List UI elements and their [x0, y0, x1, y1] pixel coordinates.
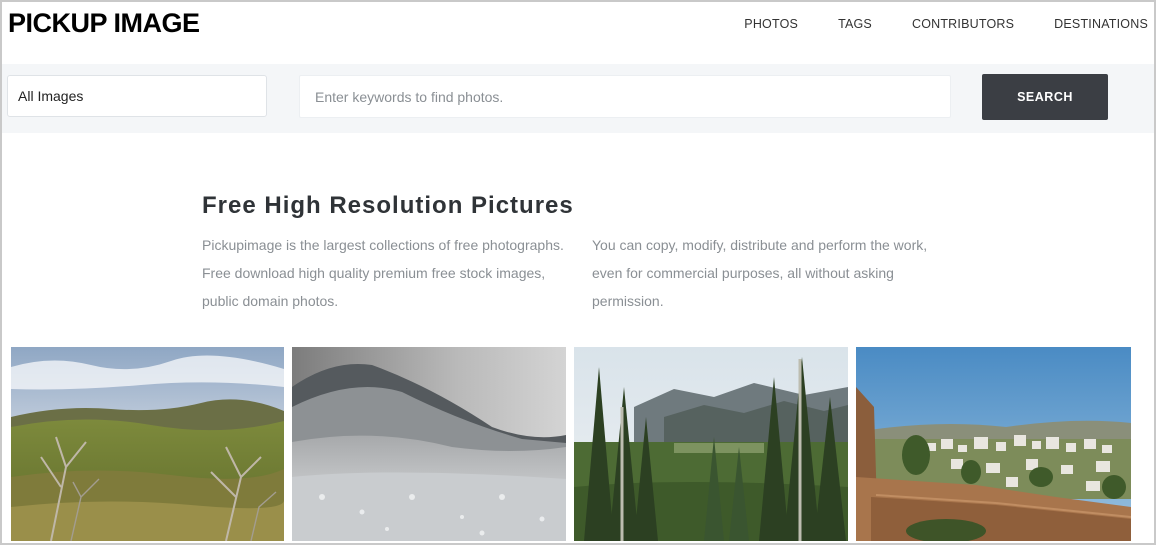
nav-link-contributors[interactable]: CONTRIBUTORS [912, 16, 1014, 32]
intro-text-left: Pickupimage is the largest collections o… [202, 237, 564, 309]
category-select-value: All Images [18, 88, 84, 104]
site-logo[interactable]: PICKUP IMAGE [8, 7, 200, 39]
site-header: PICKUP IMAGE PHOTOS TAGS CONTRIBUTORS DE… [2, 2, 1154, 64]
search-bar: All Images SEARCH [2, 64, 1154, 133]
photo-forest-image [574, 347, 848, 541]
nav-link-tags[interactable]: TAGS [838, 16, 872, 32]
photo-grid [11, 347, 1131, 541]
category-select[interactable]: All Images [7, 75, 267, 117]
nav-link-photos[interactable]: PHOTOS [744, 16, 798, 32]
intro-text-right: You can copy, modify, distribute and per… [592, 237, 928, 309]
photo-frost-image [292, 347, 566, 541]
search-input[interactable] [299, 75, 951, 118]
main-nav: PHOTOS TAGS CONTRIBUTORS DESTINATIONS [704, 16, 1148, 32]
search-button[interactable]: SEARCH [982, 74, 1108, 120]
photo-thumbnail-frost[interactable] [292, 347, 566, 541]
nav-link-destinations[interactable]: DESTINATIONS [1054, 16, 1148, 32]
photo-town-image [856, 347, 1131, 541]
photo-thumbnail-town[interactable] [856, 347, 1131, 541]
photo-hills-image [11, 347, 284, 541]
intro-title: Free High Resolution Pictures [202, 192, 574, 219]
photo-thumbnail-hills[interactable] [11, 347, 284, 541]
photo-thumbnail-forest[interactable] [574, 347, 848, 541]
page-frame: PICKUP IMAGE PHOTOS TAGS CONTRIBUTORS DE… [0, 0, 1156, 545]
